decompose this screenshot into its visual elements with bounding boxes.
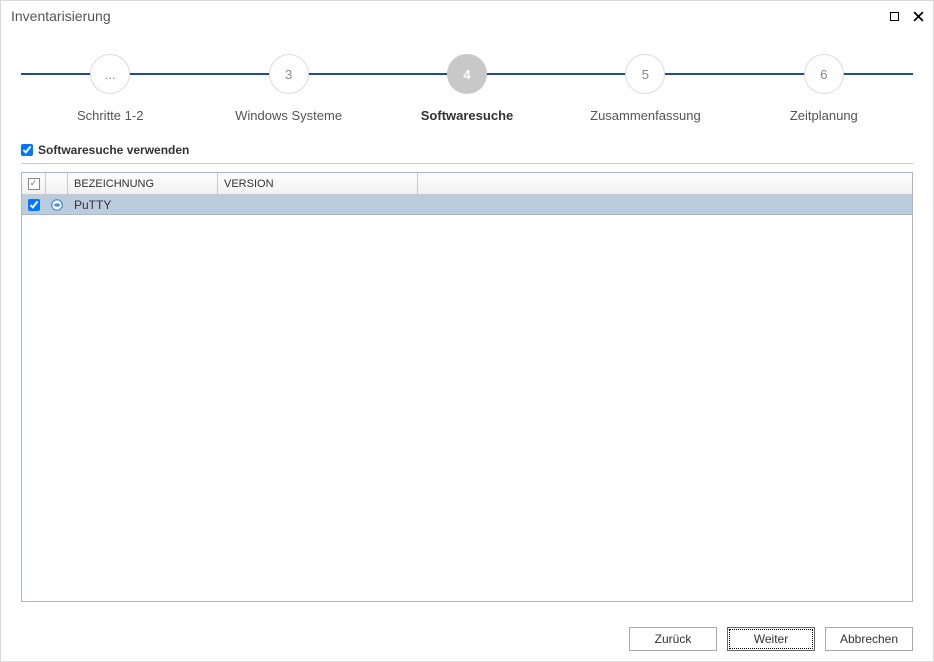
step-windows-systeme[interactable]: 3 Windows Systeme [199, 41, 377, 123]
titlebar: Inventarisierung [1, 1, 933, 31]
maximize-icon[interactable] [890, 12, 899, 21]
use-softwaresearch-row: Softwaresuche verwenden [21, 143, 913, 157]
next-button[interactable]: Weiter [727, 627, 815, 651]
header-checkbox-icon: ✓ [28, 178, 40, 190]
step-label: Zeitplanung [790, 108, 858, 123]
back-button[interactable]: Zurück [629, 627, 717, 651]
window-controls [890, 9, 925, 23]
wizard-stepper: ... Schritte 1-2 3 Windows Systeme 4 Sof… [21, 41, 913, 131]
header-checkbox-cell[interactable]: ✓ [22, 173, 46, 194]
step-circle: 6 [804, 54, 844, 94]
software-table: ✓ BEZEICHNUNG VERSION PuTTY [21, 172, 913, 602]
row-name: PuTTY [68, 198, 218, 212]
step-zeitplanung[interactable]: 6 Zeitplanung [735, 41, 913, 123]
step-label: Softwaresuche [421, 108, 513, 123]
table-row[interactable]: PuTTY [22, 195, 912, 215]
divider [21, 163, 913, 164]
step-circle: 3 [269, 54, 309, 94]
step-zusammenfassung[interactable]: 5 Zusammenfassung [556, 41, 734, 123]
cancel-button[interactable]: Abbrechen [825, 627, 913, 651]
use-softwaresearch-checkbox[interactable] [21, 144, 33, 156]
close-icon[interactable] [911, 9, 925, 23]
step-1-2[interactable]: ... Schritte 1-2 [21, 41, 199, 123]
step-circle: 4 [447, 54, 487, 94]
window-title: Inventarisierung [11, 8, 111, 24]
step-circle: 5 [625, 54, 665, 94]
use-softwaresearch-label: Softwaresuche verwenden [38, 143, 189, 157]
step-label: Zusammenfassung [590, 108, 701, 123]
header-version[interactable]: VERSION [218, 173, 418, 194]
step-softwaresuche[interactable]: 4 Softwaresuche [378, 41, 556, 123]
header-spacer [418, 173, 912, 194]
step-circle: ... [90, 54, 130, 94]
header-icon-cell [46, 173, 68, 194]
step-label: Windows Systeme [235, 108, 342, 123]
table-header: ✓ BEZEICHNUNG VERSION [22, 173, 912, 195]
wizard-footer: Zurück Weiter Abbrechen [629, 627, 913, 651]
row-checkbox[interactable] [28, 199, 40, 211]
header-bezeichnung[interactable]: BEZEICHNUNG [68, 173, 218, 194]
app-icon [50, 198, 64, 212]
step-label: Schritte 1-2 [77, 108, 143, 123]
